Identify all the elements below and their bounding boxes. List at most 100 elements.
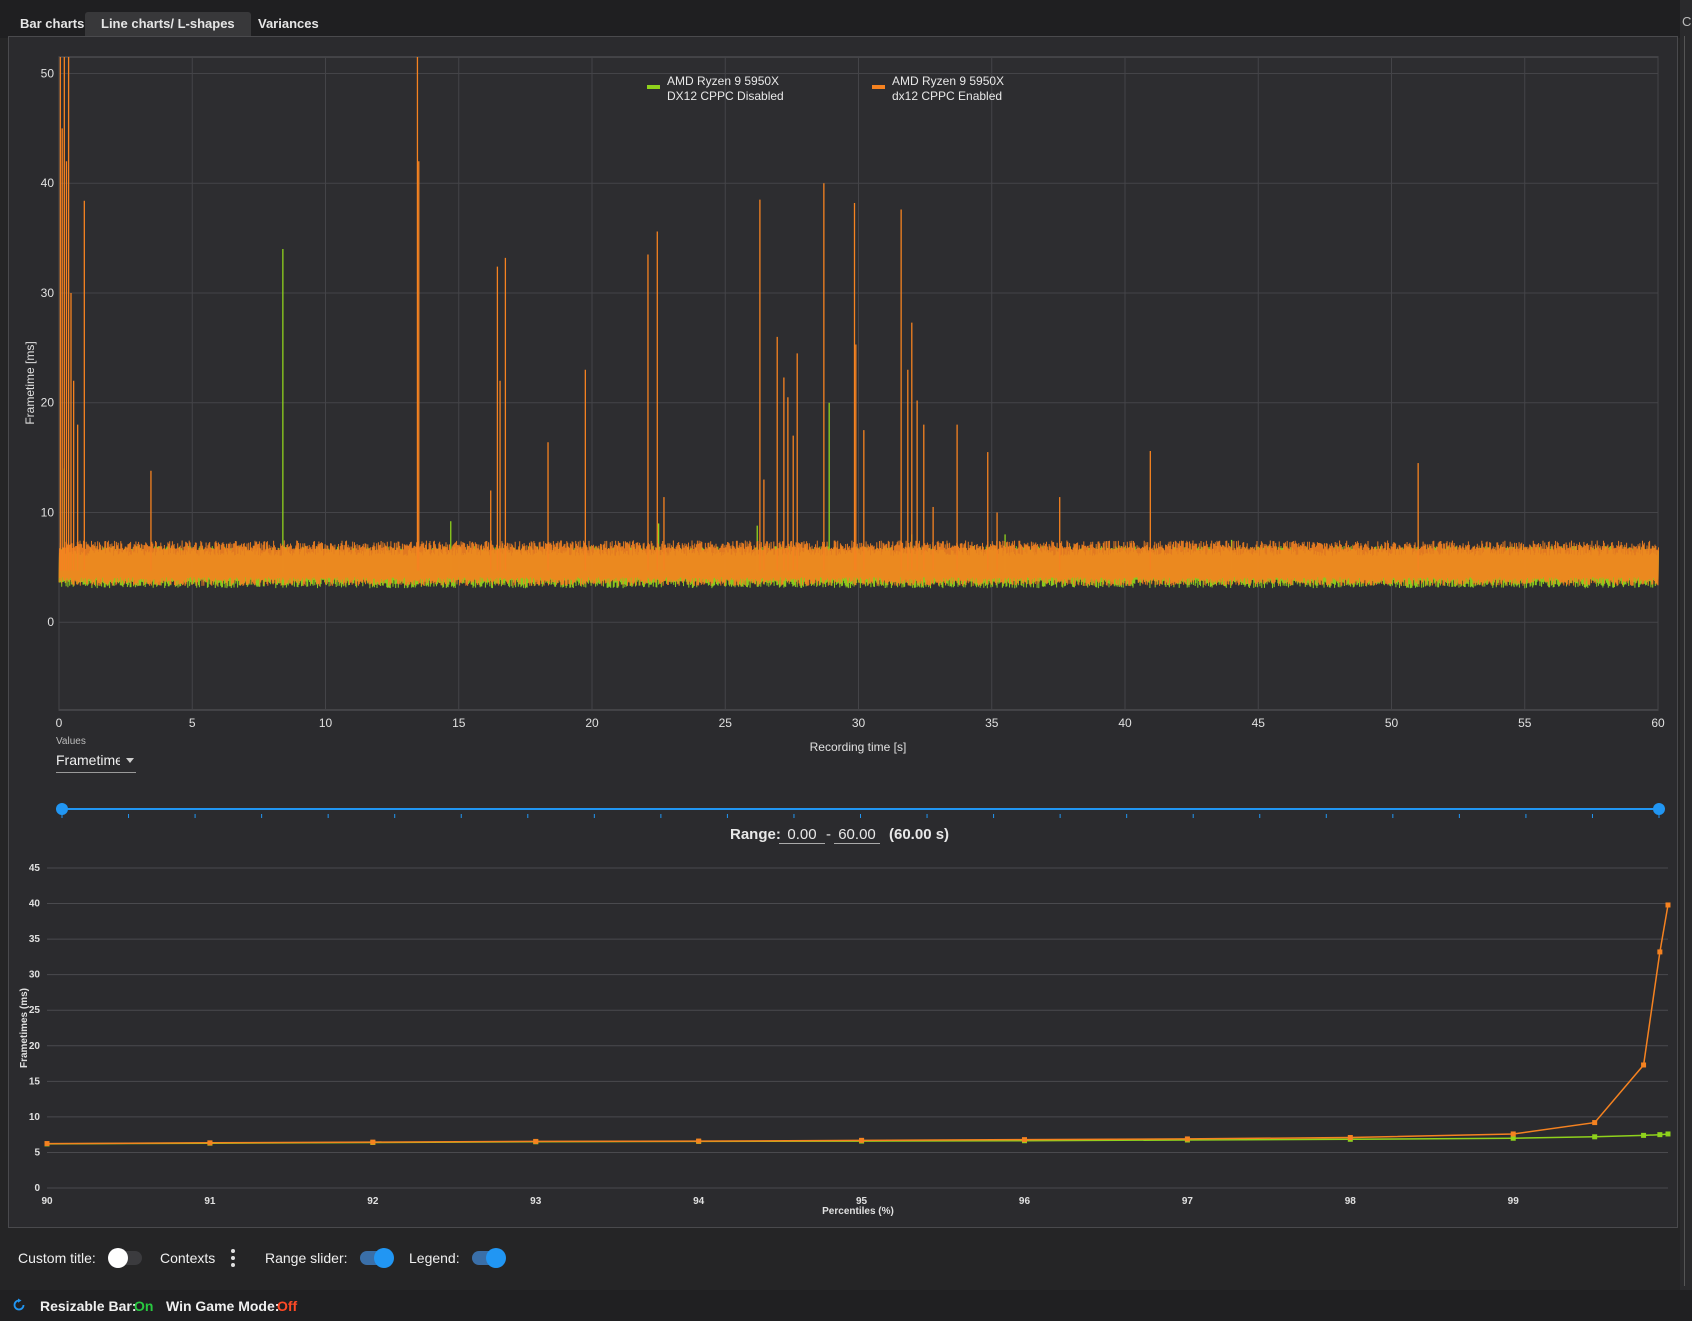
x-tick-label: 93 — [530, 1196, 542, 1207]
y-tick-label: 10 — [41, 505, 55, 519]
x-tick-label: 35 — [985, 716, 999, 730]
y-tick-label: 10 — [29, 1112, 41, 1123]
x-tick-labels: 90 91 92 93 94 95 96 97 98 99 — [41, 1196, 1519, 1207]
y-tick-label: 0 — [34, 1183, 40, 1194]
x-axis-label: Percentiles (%) — [822, 1206, 894, 1217]
x-tick-label: 98 — [1345, 1196, 1357, 1207]
legend-label-disabled-line1: AMD Ryzen 9 5950X — [667, 74, 779, 88]
data-point — [859, 1137, 865, 1143]
data-point — [1641, 1062, 1647, 1068]
data-point — [44, 1141, 50, 1147]
data-point — [370, 1139, 376, 1145]
legend-label-enabled-line2: dx12 CPPC Enabled — [892, 89, 1002, 103]
range-slider-label: Range slider: — [265, 1250, 348, 1266]
y-tick-label: 20 — [29, 1041, 41, 1052]
x-tick-label: 90 — [41, 1196, 53, 1207]
data-point — [1184, 1136, 1190, 1142]
x-tick-label: 94 — [693, 1196, 705, 1207]
y-tick-label: 30 — [29, 970, 41, 981]
legend-swatch-enabled — [872, 85, 885, 89]
x-tick-label: 40 — [1118, 716, 1132, 730]
refresh-icon[interactable] — [12, 1298, 26, 1312]
data-point — [533, 1138, 539, 1144]
range-label: Range: — [730, 826, 781, 843]
x-tick-label: 45 — [1252, 716, 1266, 730]
x-tick-label: 10 — [319, 716, 333, 730]
data-point — [696, 1138, 702, 1144]
resizable-bar-value: On — [134, 1298, 154, 1314]
x-tick-label: 97 — [1182, 1196, 1194, 1207]
x-tick-label: 91 — [204, 1196, 216, 1207]
legend-swatch-disabled — [647, 85, 660, 89]
y-tick-label: 45 — [29, 863, 41, 874]
x-tick-labels: 0 5 10 15 20 25 30 35 40 45 50 55 60 — [56, 716, 1665, 730]
x-tick-label: 96 — [1019, 1196, 1031, 1207]
values-dropdown[interactable]: Frametime — [56, 750, 136, 773]
y-axis-label: Frametime [ms] — [23, 341, 37, 424]
values-selected: Frametime — [56, 752, 120, 768]
x-tick-label: 55 — [1518, 716, 1532, 730]
data-point — [1592, 1134, 1598, 1140]
custom-title-toggle[interactable] — [108, 1248, 142, 1268]
data-point — [1665, 902, 1671, 908]
values-label: Values — [56, 736, 86, 747]
range-duration: (60.00 s) — [889, 826, 950, 843]
y-tick-label: 15 — [29, 1076, 41, 1087]
data-point — [207, 1140, 213, 1146]
frametime-chart[interactable]: 0 10 20 30 40 50 0 5 10 15 20 25 30 35 40 45 50 55 60 Fra… — [0, 0, 1692, 770]
toggle-knob — [486, 1248, 506, 1268]
data-point — [1641, 1132, 1647, 1138]
more-vert-icon[interactable] — [230, 1249, 236, 1269]
x-tick-label: 92 — [367, 1196, 379, 1207]
y-tick-label: 20 — [41, 396, 55, 410]
y-tick-labels: 0 5 10 15 20 25 30 35 40 45 — [29, 863, 41, 1194]
y-tick-label: 50 — [41, 66, 55, 80]
y-tick-label: 0 — [47, 615, 54, 629]
chevron-down-icon — [126, 758, 134, 763]
range-separator: - — [826, 826, 831, 843]
y-tick-label: 30 — [41, 286, 55, 300]
y-tick-label: 25 — [29, 1005, 41, 1016]
series-line — [46, 904, 1669, 1145]
range-start-input[interactable]: 0.00 — [779, 826, 825, 844]
toggle-knob — [108, 1248, 128, 1268]
x-tick-label: 15 — [452, 716, 466, 730]
y-tick-label: 5 — [34, 1147, 40, 1158]
legend-label-disabled-line2: DX12 CPPC Disabled — [667, 89, 784, 103]
legend-toggle[interactable] — [472, 1248, 506, 1268]
data-point — [1510, 1131, 1516, 1137]
contexts-label: Contexts — [160, 1250, 216, 1266]
data-point — [1510, 1135, 1516, 1141]
range-end-input[interactable]: 60.00 — [834, 826, 880, 844]
percentile-chart[interactable]: 051015202530354045 90 91 92 93 94 95 96 97 98 99 … — [0, 850, 1692, 1230]
x-tick-label: 5 — [189, 716, 196, 730]
data-point — [1021, 1137, 1027, 1143]
x-tick-label: 20 — [585, 716, 599, 730]
win-game-mode-label: Win Game Mode: — [166, 1298, 280, 1314]
data-point — [1665, 1131, 1671, 1137]
range-slider-toggle[interactable] — [360, 1248, 394, 1268]
data-point — [1347, 1135, 1353, 1141]
y-tick-labels: 0 10 20 30 40 50 — [41, 66, 55, 629]
legend-label-enabled-line1: AMD Ryzen 9 5950X — [892, 74, 1004, 88]
custom-title-label: Custom title: — [18, 1250, 96, 1266]
x-tick-label: 50 — [1385, 716, 1399, 730]
status-bar: Resizable Bar: On Win Game Mode: Off — [0, 1290, 1692, 1321]
range-readout: Range: 0.00 - 60.00 (60.00 s) — [0, 824, 1692, 848]
x-tick-label: 99 — [1508, 1196, 1520, 1207]
range-slider-handle-end[interactable] — [1653, 803, 1665, 815]
data-point — [1592, 1120, 1598, 1126]
x-tick-label: 25 — [719, 716, 733, 730]
x-tick-label: 30 — [852, 716, 866, 730]
data-point — [1657, 1132, 1663, 1138]
legend-label: Legend: — [409, 1250, 460, 1266]
y-tick-label: 40 — [41, 176, 55, 190]
x-axis-label: Recording time [s] — [810, 740, 907, 754]
win-game-mode-value: Off — [277, 1298, 298, 1314]
y-axis-label: Frametimes (ms) — [19, 988, 30, 1068]
resizable-bar-label: Resizable Bar: — [40, 1298, 137, 1314]
toggle-knob — [374, 1248, 394, 1268]
chart-options-bar: Custom title: Contexts Range slider: Leg… — [0, 1240, 1680, 1278]
range-slider-handle-start[interactable] — [56, 803, 68, 815]
range-slider-ticks — [61, 814, 1660, 818]
